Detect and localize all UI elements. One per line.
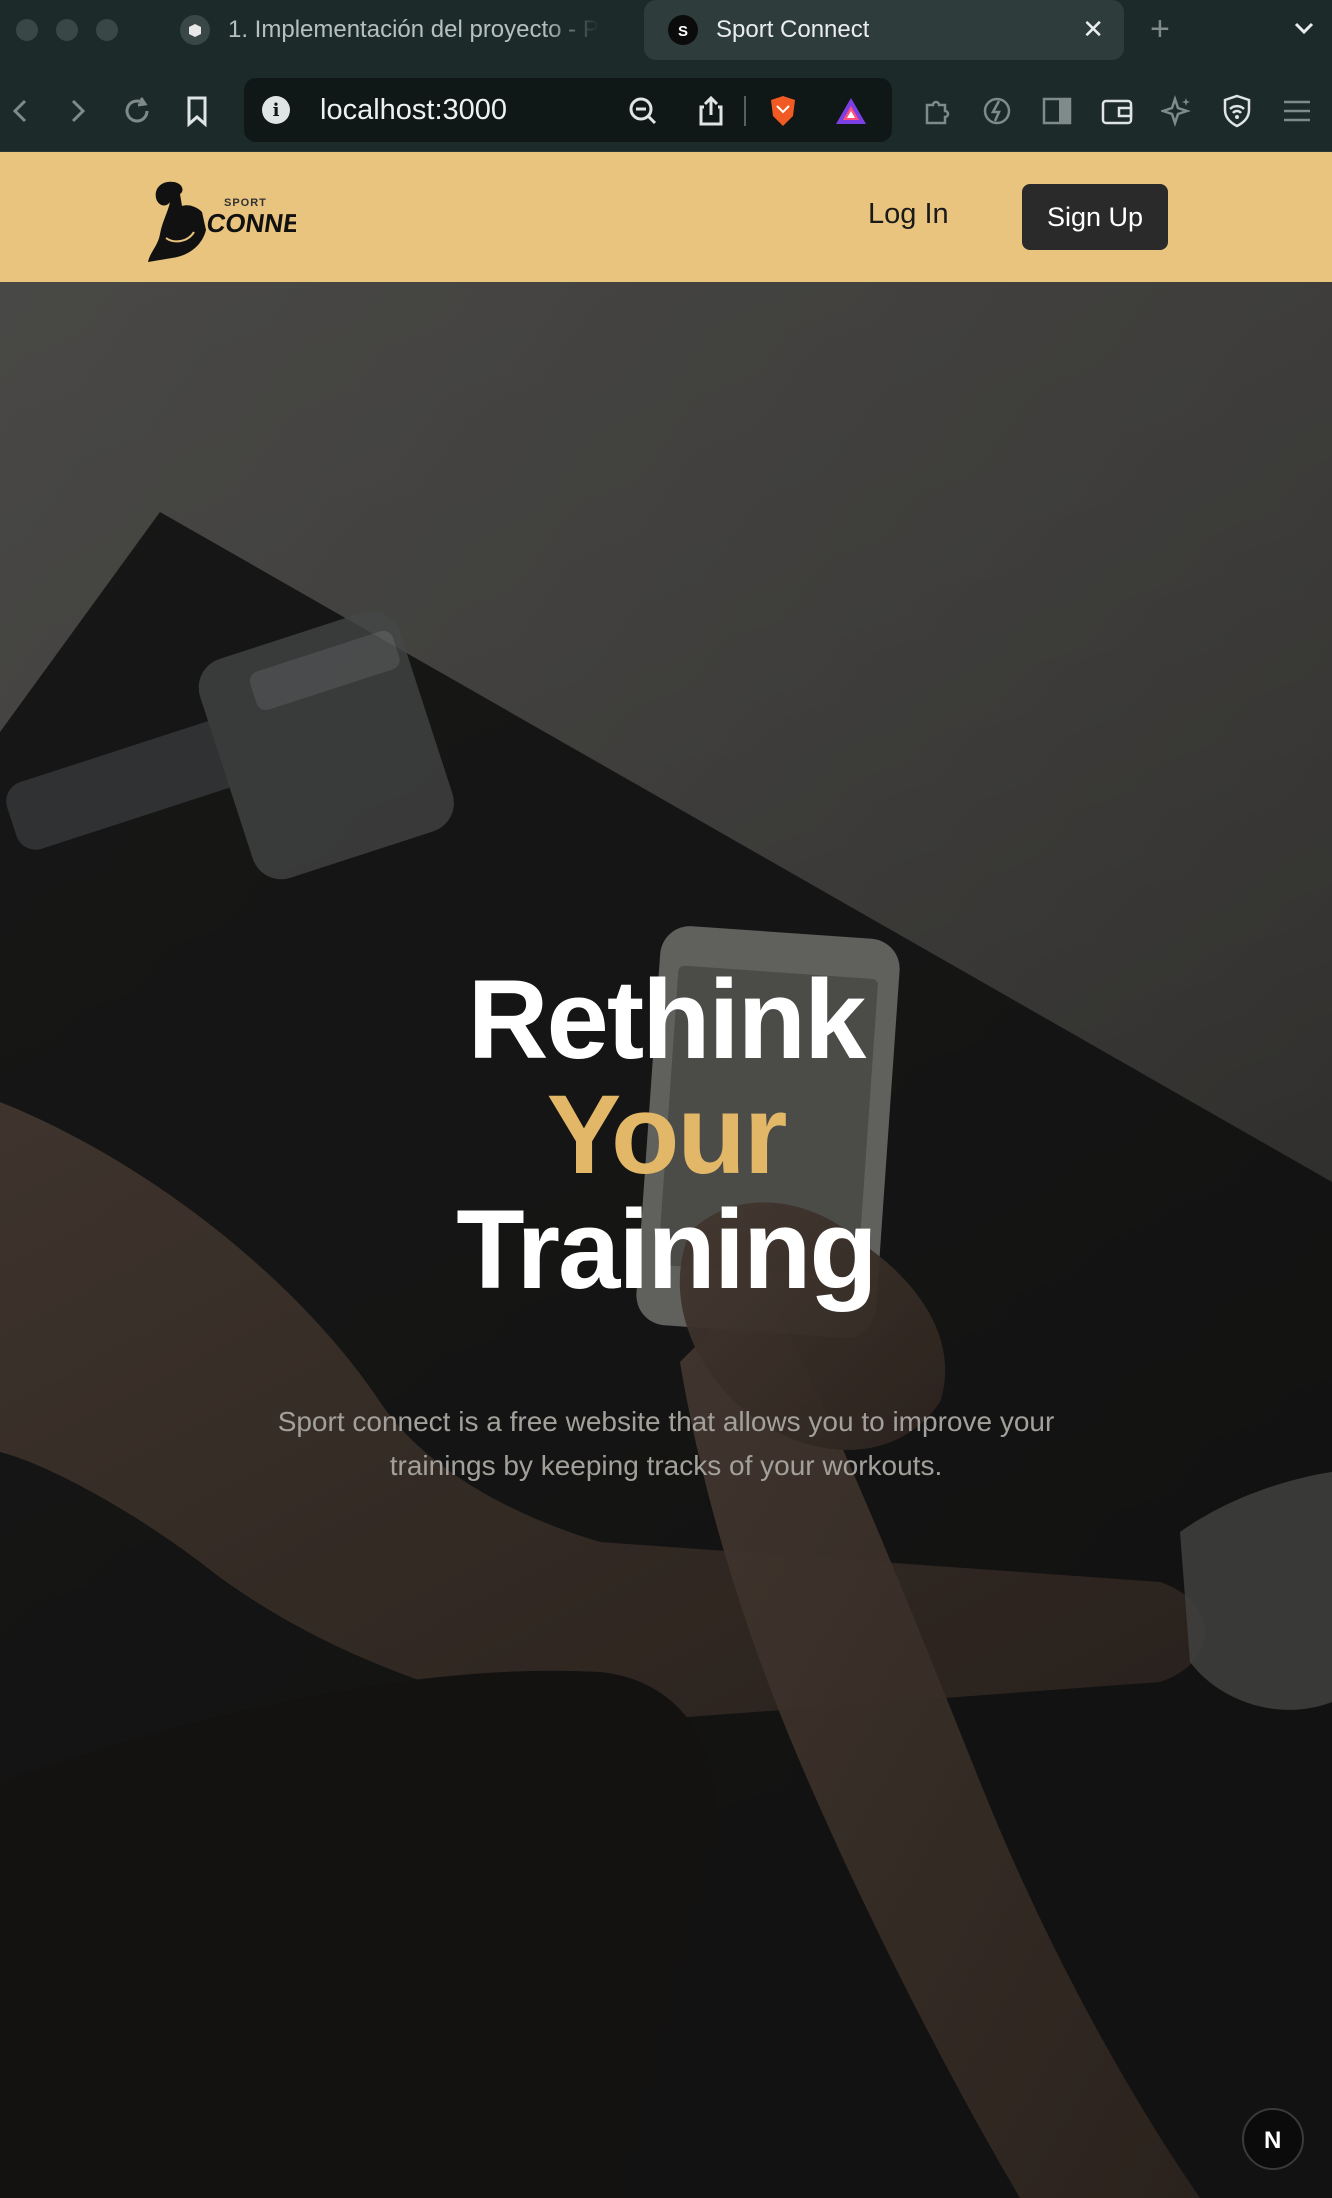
new-tab-plus-icon[interactable]: +: [1150, 10, 1170, 49]
share-icon[interactable]: [694, 94, 728, 128]
nextjs-n-icon: N: [1264, 2127, 1281, 2154]
brave-rewards-icon[interactable]: [834, 94, 868, 128]
vpn-shield-icon[interactable]: [1218, 92, 1256, 130]
logo-text-connect: CONNECT: [205, 208, 296, 238]
brave-shields-icon[interactable]: [766, 94, 800, 128]
window-minimize-dot[interactable]: [56, 19, 78, 41]
site-info-icon[interactable]: i: [262, 96, 290, 124]
window-close-dot[interactable]: [16, 19, 38, 41]
extensions-puzzle-icon[interactable]: [918, 92, 956, 130]
browser-tab-project[interactable]: 1. Implementación del proyecto - P: [172, 0, 632, 60]
browser-tab-sport-connect[interactable]: S Sport Connect ✕: [644, 0, 1124, 60]
zoom-out-icon[interactable]: [626, 94, 660, 128]
nextjs-dev-indicator[interactable]: N: [1242, 2108, 1304, 2170]
hero-title: Rethink Your Training: [0, 962, 1332, 1307]
hero-title-line-rethink: Rethink: [467, 957, 867, 1082]
tab-title: 1. Implementación del proyecto - P: [228, 16, 599, 43]
back-arrow-icon[interactable]: [2, 92, 40, 130]
site-header: SPORT CONNECT Log In Sign Up: [0, 152, 1332, 282]
chevron-down-icon[interactable]: [1290, 14, 1318, 47]
browser-tab-bar: 1. Implementación del proyecto - P S Spo…: [0, 0, 1332, 70]
svg-text:S: S: [678, 23, 688, 39]
window-zoom-dot[interactable]: [96, 19, 118, 41]
address-bar[interactable]: i localhost:3000: [244, 78, 892, 142]
leo-speed-icon[interactable]: [978, 92, 1016, 130]
hero-title-line-your: Your: [546, 1072, 788, 1197]
sport-connect-favicon: S: [668, 15, 698, 45]
sport-connect-logo[interactable]: SPORT CONNECT: [144, 172, 337, 264]
leo-ai-sparkle-icon[interactable]: [1158, 92, 1196, 130]
flexed-arm-icon: SPORT CONNECT: [148, 181, 337, 262]
reload-icon[interactable]: [118, 92, 156, 130]
login-link[interactable]: Log In: [868, 198, 949, 231]
sidebar-toggle-icon[interactable]: [1038, 92, 1076, 130]
hero-subtitle: Sport connect is a free website that all…: [277, 1406, 1055, 1481]
browser-toolbar: i localhost:3000: [0, 70, 1332, 152]
bookmark-icon[interactable]: [178, 92, 216, 130]
url-text[interactable]: localhost:3000: [320, 94, 507, 127]
close-tab-icon[interactable]: ✕: [1082, 14, 1104, 45]
svg-text:N: N: [1264, 2127, 1281, 2154]
toolbar-divider: [744, 96, 746, 126]
notion-like-icon: [180, 15, 210, 45]
hero-title-line-training: Training: [456, 1187, 878, 1312]
signup-button[interactable]: Sign Up: [1022, 184, 1168, 250]
tab-title: Sport Connect: [716, 16, 870, 43]
hero-section: Rethink Your Training Sport connect is a…: [0, 282, 1332, 2198]
forward-arrow-icon[interactable]: [58, 92, 96, 130]
hamburger-menu-icon[interactable]: [1278, 92, 1316, 130]
wallet-icon[interactable]: [1098, 92, 1136, 130]
